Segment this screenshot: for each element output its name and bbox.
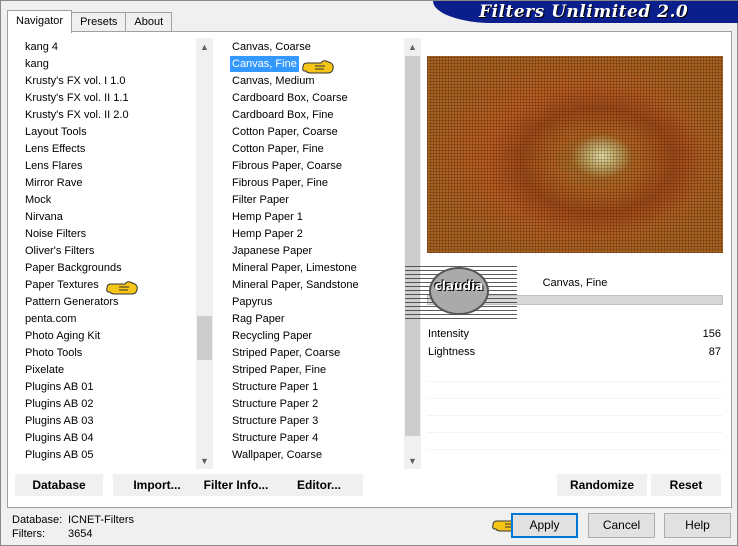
category-item[interactable]: Plugins AB 03 (23, 413, 96, 429)
filter-item[interactable]: Canvas, Coarse (230, 39, 313, 55)
filter-item[interactable]: Structure Paper 3 (230, 413, 320, 429)
filter-item[interactable]: Papyrus (230, 294, 274, 310)
category-item[interactable]: Noise Filters (23, 226, 88, 242)
filter-item[interactable]: Cardboard Box, Fine (230, 107, 336, 123)
filter-item[interactable]: Rag Paper (230, 311, 287, 327)
filter-item[interactable]: Mineral Paper, Limestone (230, 260, 359, 276)
scroll-thumb[interactable] (405, 56, 420, 436)
parameter-lightness[interactable]: Lightness 87 (427, 344, 723, 361)
help-button[interactable]: Help (664, 513, 731, 538)
category-item[interactable]: Pixelate (23, 362, 66, 378)
filter-item[interactable]: Wallpaper, Coarse (230, 447, 324, 463)
watermark-text: claudia (434, 279, 484, 293)
scroll-down-icon[interactable]: ▼ (196, 452, 213, 469)
cancel-button[interactable]: Cancel (588, 513, 655, 538)
reset-button[interactable]: Reset (651, 474, 721, 496)
category-item[interactable]: kang 4 (23, 39, 60, 55)
filters-count-value: 3654 (68, 528, 93, 540)
pointing-hand-icon (106, 281, 138, 295)
tab-navigator[interactable]: Navigator (7, 10, 73, 33)
category-item[interactable]: Krusty's FX vol. II 2.0 (23, 107, 131, 123)
category-item[interactable]: penta.com (23, 311, 78, 327)
category-item[interactable]: Plugins AB 02 (23, 396, 96, 412)
parameter-label: Lightness (428, 346, 476, 358)
category-item[interactable]: Lens Flares (23, 158, 84, 174)
filter-scrollbar[interactable]: ▲ ▼ (404, 38, 421, 469)
filters-count-label: Filters: (12, 528, 45, 540)
parameter-value: 87 (708, 346, 721, 358)
divider (427, 381, 723, 382)
category-item[interactable]: Nirvana (23, 209, 65, 225)
divider (427, 432, 723, 433)
divider (427, 449, 723, 450)
tab-presets[interactable]: Presets (71, 12, 127, 32)
filter-item[interactable]: Recycling Paper (230, 328, 314, 344)
category-scrollbar[interactable]: ▲ ▼ (196, 38, 213, 469)
filter-item[interactable]: Fibrous Paper, Fine (230, 175, 330, 191)
category-item[interactable]: Plugins AB 01 (23, 379, 96, 395)
editor-button[interactable]: Editor... (275, 474, 363, 496)
category-item[interactable]: Photo Tools (23, 345, 84, 361)
category-item[interactable]: Layout Tools (23, 124, 89, 140)
category-item[interactable]: Mock (23, 192, 53, 208)
scroll-thumb[interactable] (197, 316, 212, 360)
filter-info-button[interactable]: Filter Info... (192, 474, 280, 496)
database-value: ICNET-Filters (68, 514, 134, 526)
filter-item[interactable]: Mineral Paper, Sandstone (230, 277, 361, 293)
pointing-hand-icon (302, 60, 334, 74)
filter-item[interactable]: Structure Paper 1 (230, 379, 320, 395)
filter-item[interactable]: Cardboard Box, Coarse (230, 90, 350, 106)
scroll-up-icon[interactable]: ▲ (404, 38, 421, 55)
category-item[interactable]: Paper Backgrounds (23, 260, 124, 276)
filter-item[interactable]: Striped Paper, Fine (230, 362, 328, 378)
tab-about[interactable]: About (125, 12, 173, 32)
category-item[interactable]: Plugins AB 05 (23, 447, 96, 463)
database-label: Database: (12, 514, 63, 526)
database-button[interactable]: Database (15, 474, 103, 496)
parameter-panel: Intensity 156 Lightness 87 (427, 323, 723, 497)
database-info: Database: ICNET-Filters Filters: 3654 (12, 513, 134, 541)
preview-image (427, 56, 723, 253)
import-button[interactable]: Import... (113, 474, 201, 496)
filter-item[interactable]: Cotton Paper, Fine (230, 141, 326, 157)
category-item-selected[interactable]: Paper Textures (23, 277, 101, 293)
toolbar: Database Import... Filter Info... Editor… (15, 474, 725, 496)
parameter-label: Intensity (428, 328, 469, 340)
category-item[interactable]: Lens Effects (23, 141, 87, 157)
filter-item[interactable]: Fibrous Paper, Coarse (230, 158, 344, 174)
filter-item[interactable]: Japanese Paper (230, 243, 314, 259)
category-item[interactable]: Photo Aging Kit (23, 328, 102, 344)
tab-bar: Navigator Presets About (7, 10, 173, 33)
category-item[interactable]: Krusty's FX vol. I 1.0 (23, 73, 128, 89)
category-item[interactable]: Mirror Rave (23, 175, 84, 191)
category-item[interactable]: Plugins AB 04 (23, 430, 96, 446)
divider (427, 415, 723, 416)
filter-item[interactable]: Hemp Paper 1 (230, 209, 305, 225)
category-list[interactable]: kang 4 kang Krusty's FX vol. I 1.0 Krust… (15, 38, 213, 469)
window-title: Filters Unlimited 2.0 (479, 2, 689, 22)
category-item[interactable]: kang (23, 56, 51, 72)
parameter-intensity[interactable]: Intensity 156 (427, 326, 723, 343)
divider (427, 398, 723, 399)
randomize-button[interactable]: Randomize (557, 474, 647, 496)
parameter-value: 156 (702, 328, 721, 340)
filter-item[interactable]: Hemp Paper 2 (230, 226, 305, 242)
filter-item[interactable]: Structure Paper 4 (230, 430, 320, 446)
filter-item[interactable]: Striped Paper, Coarse (230, 345, 342, 361)
scroll-down-icon[interactable]: ▼ (404, 452, 421, 469)
filter-item-selected[interactable]: Canvas, Fine (230, 56, 299, 72)
category-item[interactable]: Oliver's Filters (23, 243, 96, 259)
filters-unlimited-dialog: Filters Unlimited 2.0 Navigator Presets … (0, 0, 738, 546)
filter-list[interactable]: Canvas, Coarse Canvas, Fine Canvas, Medi… (222, 38, 421, 469)
filter-item[interactable]: Cotton Paper, Coarse (230, 124, 340, 140)
filter-item[interactable]: Structure Paper 2 (230, 396, 320, 412)
scroll-up-icon[interactable]: ▲ (196, 38, 213, 55)
category-item[interactable]: Krusty's FX vol. II 1.1 (23, 90, 131, 106)
apply-button[interactable]: Apply (511, 513, 578, 538)
filter-item[interactable]: Filter Paper (230, 192, 291, 208)
